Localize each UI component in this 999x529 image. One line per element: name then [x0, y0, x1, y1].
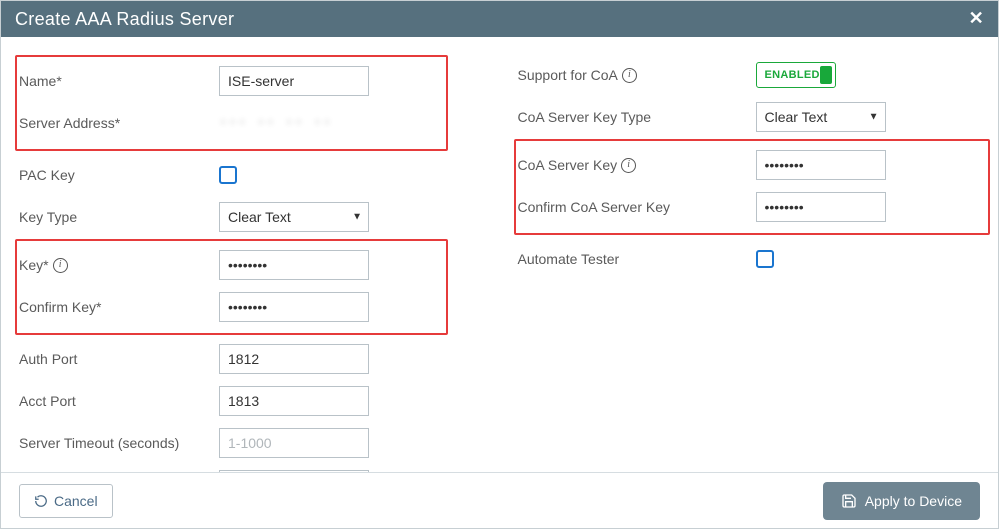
acct-port-input[interactable] [219, 386, 369, 416]
key-input[interactable] [219, 250, 369, 280]
auth-port-label: Auth Port [19, 351, 219, 367]
dialog-footer: Cancel Apply to Device [1, 472, 998, 528]
coa-key-type-select-value: Clear Text [765, 109, 828, 125]
info-icon[interactable]: i [53, 258, 68, 273]
close-icon[interactable]: ✕ [969, 8, 984, 29]
left-column: Name* Server Address* ··· ·· ·· ·· PAC K… [19, 55, 500, 507]
toggle-knob-icon [820, 66, 832, 84]
key-label: Key* i [19, 257, 219, 273]
dialog-title: Create AAA Radius Server [15, 9, 234, 30]
right-column: Support for CoA i ENABLED CoA Server Key… [500, 55, 981, 507]
undo-icon [34, 494, 48, 508]
info-icon[interactable]: i [621, 158, 636, 173]
support-coa-label: Support for CoA i [518, 67, 756, 83]
key-type-label: Key Type [19, 209, 219, 225]
auth-port-input[interactable] [219, 344, 369, 374]
key-type-select[interactable]: Clear Text ▼ [219, 202, 369, 232]
server-timeout-label: Server Timeout (seconds) [19, 435, 219, 451]
pac-key-checkbox[interactable] [219, 166, 237, 184]
server-address-input[interactable]: ··· ·· ·· ·· [219, 115, 369, 131]
apply-button-label: Apply to Device [865, 493, 962, 509]
apply-button[interactable]: Apply to Device [823, 482, 980, 520]
support-coa-toggle[interactable]: ENABLED [756, 62, 836, 88]
save-icon [841, 493, 857, 509]
automate-tester-label: Automate Tester [518, 251, 756, 267]
key-type-select-value: Clear Text [228, 209, 291, 225]
confirm-key-label: Confirm Key* [19, 299, 219, 315]
pac-key-label: PAC Key [19, 167, 219, 183]
toggle-label: ENABLED [765, 69, 820, 81]
chevron-down-icon: ▼ [352, 212, 362, 223]
coa-key-type-select[interactable]: Clear Text ▼ [756, 102, 886, 132]
highlight-key: Key* i Confirm Key* [15, 239, 448, 335]
dialog-content: Name* Server Address* ··· ·· ·· ·· PAC K… [1, 37, 998, 515]
confirm-coa-key-label: Confirm CoA Server Key [518, 199, 756, 215]
name-input[interactable] [219, 66, 369, 96]
acct-port-label: Acct Port [19, 393, 219, 409]
highlight-name-address: Name* Server Address* ··· ·· ·· ·· [15, 55, 448, 151]
highlight-coa-key: CoA Server Key i Confirm CoA Server Key [514, 139, 991, 235]
cancel-button[interactable]: Cancel [19, 484, 113, 518]
info-icon[interactable]: i [622, 68, 637, 83]
coa-key-type-label: CoA Server Key Type [518, 109, 756, 125]
dialog-titlebar: Create AAA Radius Server ✕ [1, 1, 998, 37]
server-address-label: Server Address* [19, 115, 219, 131]
name-label: Name* [19, 73, 219, 89]
coa-key-label: CoA Server Key i [518, 157, 756, 173]
server-timeout-input[interactable] [219, 428, 369, 458]
confirm-coa-key-input[interactable] [756, 192, 886, 222]
confirm-key-input[interactable] [219, 292, 369, 322]
chevron-down-icon: ▼ [869, 112, 879, 123]
cancel-button-label: Cancel [54, 493, 98, 509]
automate-tester-checkbox[interactable] [756, 250, 774, 268]
coa-key-input[interactable] [756, 150, 886, 180]
